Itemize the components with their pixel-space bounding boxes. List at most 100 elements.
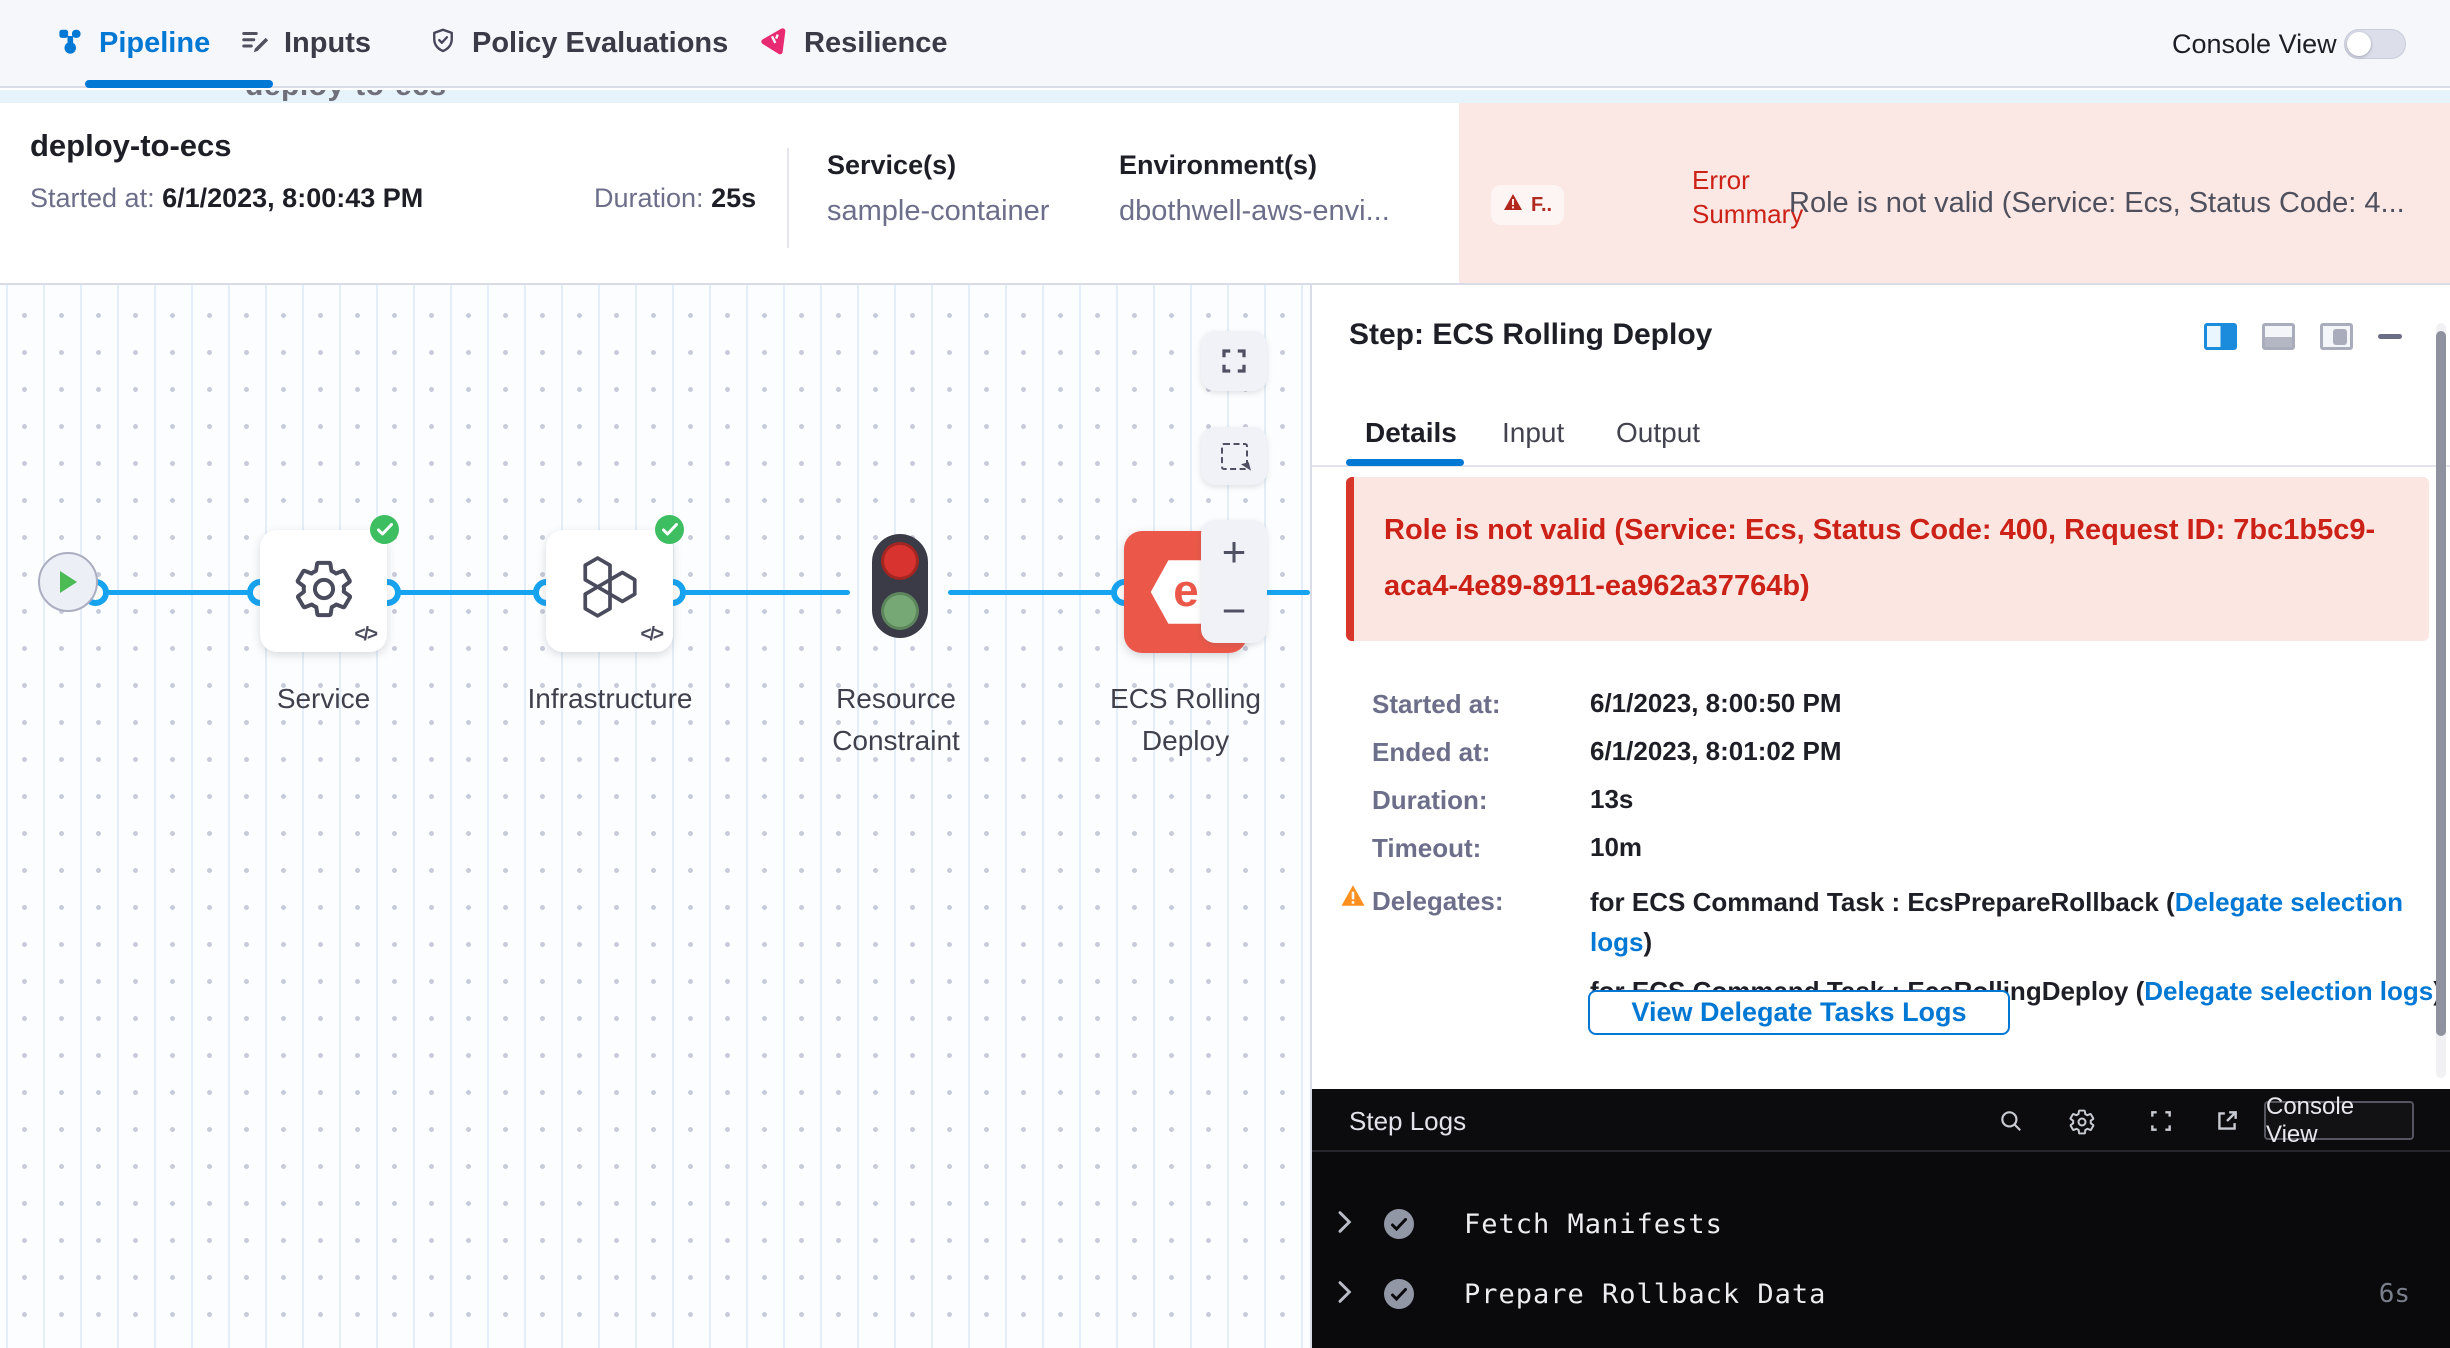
log-section-duration: 6s bbox=[2379, 1279, 2410, 1309]
node-service[interactable]: </> bbox=[260, 530, 387, 652]
error-summary-text: Role is not valid (Service: Ecs, Status … bbox=[1789, 187, 2442, 220]
traffic-light-green bbox=[881, 592, 919, 630]
code-glyph: </> bbox=[355, 624, 376, 646]
tab-resilience-label: Resilience bbox=[804, 27, 947, 60]
failed-badge-text: F.. bbox=[1531, 194, 1552, 217]
pipeline-name: deploy-to-ecs bbox=[30, 128, 232, 164]
panel-scrollbar bbox=[2436, 323, 2446, 1078]
node-infrastructure[interactable]: </> bbox=[546, 530, 673, 652]
console-view-toggle[interactable] bbox=[2344, 29, 2406, 59]
shield-check-icon bbox=[428, 26, 458, 61]
log-section-name: Prepare Rollback Data bbox=[1464, 1279, 1826, 1310]
edge-service-infrastructure bbox=[387, 590, 547, 595]
tab-resilience[interactable]: Resilience bbox=[758, 0, 947, 86]
marquee-select-icon bbox=[1221, 443, 1248, 470]
tab-pipeline[interactable]: Pipeline bbox=[55, 0, 210, 86]
zoom-in-button[interactable]: + bbox=[1222, 531, 1247, 573]
success-check-badge bbox=[370, 515, 399, 544]
node-ecs-label: ECS Rolling Deploy bbox=[1098, 678, 1273, 762]
environments-value[interactable]: dbothwell-aws-envi... bbox=[1119, 195, 1390, 228]
pipeline-start-node[interactable] bbox=[38, 552, 98, 612]
fullscreen-icon[interactable] bbox=[2148, 1108, 2174, 1139]
pipeline-execution-page: Pipeline Inputs Policy Evaluations bbox=[0, 0, 2450, 1348]
field-value: 13s bbox=[1590, 784, 1633, 815]
tab-inputs-label: Inputs bbox=[284, 27, 371, 60]
started-at: Started at: 6/1/2023, 8:00:43 PM bbox=[30, 183, 423, 214]
tab-input[interactable]: Input bbox=[1502, 417, 1564, 449]
layout-bottom-panel-icon[interactable] bbox=[2262, 323, 2295, 350]
tab-output[interactable]: Output bbox=[1616, 417, 1700, 449]
gear-icon bbox=[292, 557, 356, 621]
step-error-message: Role is not valid (Service: Ecs, Status … bbox=[1346, 477, 2429, 641]
layout-right-panel-icon[interactable] bbox=[2204, 323, 2237, 350]
delegate-selection-logs-link[interactable]: Delegate selection logs bbox=[2144, 976, 2433, 1006]
execution-header: deploy-to-ecs Started at: 6/1/2023, 8:00… bbox=[0, 103, 2450, 285]
error-summary-region: F.. Error Summary Role is not valid (Ser… bbox=[1459, 103, 2450, 283]
log-section-row[interactable]: Prepare Rollback Data 6s bbox=[1312, 1272, 2450, 1316]
tabs-border bbox=[1312, 465, 2450, 467]
field-label: Started at: bbox=[1372, 689, 1501, 720]
field-label: Duration: bbox=[1372, 785, 1488, 816]
tab-details[interactable]: Details bbox=[1365, 417, 1457, 449]
inputs-icon bbox=[240, 26, 270, 61]
tab-pipeline-label: Pipeline bbox=[99, 27, 210, 60]
step-logs-title: Step Logs bbox=[1349, 1106, 1466, 1137]
hexagons-icon bbox=[577, 556, 643, 622]
play-icon bbox=[56, 569, 80, 595]
step-title: Step: ECS Rolling Deploy bbox=[1349, 318, 1712, 352]
header-divider bbox=[787, 148, 789, 248]
step-logs-header: Step Logs Console View bbox=[1312, 1089, 2450, 1152]
field-label: Timeout: bbox=[1372, 833, 1481, 864]
log-section-name: Fetch Manifests bbox=[1464, 1209, 1723, 1240]
field-value: 10m bbox=[1590, 832, 1642, 863]
services-label: Service(s) bbox=[827, 150, 956, 181]
delegate-item: for ECS Command Task : EcsPrepareRollbac… bbox=[1590, 882, 2446, 962]
node-resource-constraint-label: Resource Constraint bbox=[810, 678, 982, 762]
tab-policy-evaluations-label: Policy Evaluations bbox=[472, 27, 728, 60]
step-details-panel: Step: ECS Rolling Deploy Details Input O… bbox=[1312, 285, 2450, 1089]
edge-infrastructure-resource bbox=[672, 590, 850, 595]
warning-triangle-icon bbox=[1340, 884, 1366, 912]
zoom-out-button[interactable]: − bbox=[1222, 590, 1247, 632]
top-nav: Pipeline Inputs Policy Evaluations bbox=[0, 0, 2450, 88]
tab-inputs[interactable]: Inputs bbox=[240, 0, 371, 86]
canvas-zoom-panel: + − bbox=[1201, 520, 1267, 643]
duration: Duration: 25s bbox=[594, 183, 756, 214]
field-value: 6/1/2023, 8:00:50 PM bbox=[1590, 688, 1842, 719]
code-glyph: </> bbox=[641, 624, 662, 646]
chevron-right-icon[interactable] bbox=[1334, 1280, 1354, 1309]
services-value[interactable]: sample-container bbox=[827, 195, 1049, 228]
pipeline-icon bbox=[55, 26, 85, 61]
log-success-check-icon bbox=[1384, 1209, 1414, 1239]
scrolled-heading: deploy-to-ecs bbox=[245, 90, 447, 103]
error-summary-label: Error Summary bbox=[1692, 163, 1803, 231]
scroll-gap-strip: deploy-to-ecs bbox=[0, 90, 2450, 103]
open-in-new-window-icon[interactable] bbox=[2214, 1108, 2240, 1139]
field-value: 6/1/2023, 8:01:02 PM bbox=[1590, 736, 1842, 767]
environments-label: Environment(s) bbox=[1119, 150, 1317, 181]
failed-status-badge: F.. bbox=[1491, 185, 1564, 225]
error-triangle-icon bbox=[1503, 193, 1523, 217]
pipeline-canvas[interactable]: </> Service </> Infrastructure Resource … bbox=[0, 285, 1310, 1348]
gear-icon[interactable] bbox=[2068, 1108, 2096, 1141]
canvas-fullscreen-button[interactable] bbox=[1201, 331, 1267, 391]
delegates-label: Delegates: bbox=[1372, 886, 1504, 917]
resilience-icon bbox=[758, 25, 790, 62]
node-resource-constraint[interactable] bbox=[872, 534, 928, 638]
log-section-row[interactable]: Fetch Manifests bbox=[1312, 1202, 2450, 1246]
success-check-badge bbox=[655, 515, 684, 544]
search-icon[interactable] bbox=[1998, 1108, 2024, 1139]
edge-resource-ecs bbox=[948, 590, 1126, 595]
layout-overlay-panel-icon[interactable] bbox=[2320, 323, 2353, 350]
fullscreen-icon bbox=[1219, 346, 1249, 376]
view-delegate-tasks-logs-button[interactable]: View Delegate Tasks Logs bbox=[1588, 990, 2010, 1035]
svg-text:e: e bbox=[1173, 565, 1198, 616]
logs-console-view-button[interactable]: Console View bbox=[2264, 1101, 2414, 1140]
node-service-label: Service bbox=[250, 678, 397, 720]
chevron-right-icon[interactable] bbox=[1334, 1210, 1354, 1239]
minimize-panel-button[interactable] bbox=[2378, 334, 2402, 339]
step-logs-panel: Step Logs Console View Fetch bbox=[1312, 1089, 2450, 1348]
canvas-select-button[interactable] bbox=[1201, 427, 1267, 485]
tab-policy-evaluations[interactable]: Policy Evaluations bbox=[428, 0, 728, 86]
scrollbar-thumb[interactable] bbox=[2436, 331, 2446, 1036]
